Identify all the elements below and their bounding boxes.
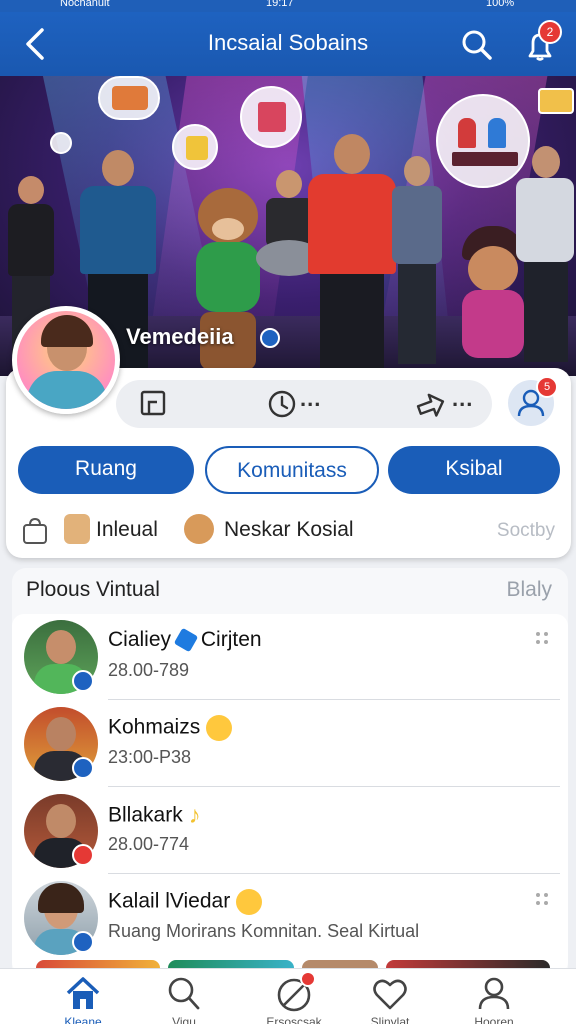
nav-favorites[interactable]: Slinylat [340,973,440,1024]
list-item[interactable]: Cialiey Cirjten 28.00-789 [12,614,568,700]
list-item[interactable]: Kalail lViedar Ruang Morirans Komnitan. … [12,875,568,961]
performer [512,146,576,366]
verified-icon [260,328,280,348]
tongue-emoji-icon [206,715,233,741]
search-icon [168,977,200,1010]
list-section: Ploous Vintual Blaly Cialiey Cirjten 28.… [12,568,568,968]
section-title: Ploous Vintual [26,578,160,601]
nav-search[interactable]: Vigu [134,973,234,1024]
item-subtitle: 28.00-789 [108,660,190,680]
search-icon [462,30,492,60]
tag-icon [173,628,199,653]
divider [108,873,560,874]
bag-icon [23,517,47,544]
verified-icon [72,931,94,953]
thought-bubble [240,86,302,148]
thought-bubble [172,124,218,170]
muted-label: Soctby [496,520,555,541]
clock-text: 19:17 [266,0,294,9]
live-icon [72,844,94,866]
divider [108,699,560,700]
verified-icon [72,757,94,779]
contact-list: Cialiey Cirjten 28.00-789 Kohmaizs 23:00… [12,614,568,968]
performer [390,156,444,366]
item-subtitle: Ruang Morirans Komnitan. Sеal Kirtual [108,921,420,941]
ruang-button[interactable]: Ruang [18,446,194,494]
smile-emoji-icon [236,889,263,915]
verified-icon [72,670,94,692]
battery-text: 100% [486,0,515,9]
heart-icon [373,979,407,1010]
search-button[interactable] [460,28,494,62]
info-item-neskar[interactable]: Neskar Kosial [184,514,374,548]
performer [302,134,402,376]
profile-name: Vemedeiia [126,324,234,349]
music-note-icon: ♪ [188,802,201,829]
item-name: Bllakark ♪ [108,802,201,829]
divider [108,786,560,787]
follow-user-button[interactable]: 5 [508,376,558,426]
list-item[interactable]: Kohmaizs 23:00-P38 [12,701,568,787]
item-name: Cialiey Cirjten [108,628,262,653]
box-prop [538,88,574,114]
action-toolbar: ... ... [116,380,492,428]
notification-badge: 2 [538,20,562,44]
grip-icon[interactable] [534,630,550,646]
carrier-text: Nochanuit [60,0,110,9]
ksibal-button[interactable]: Ksibal [388,446,560,494]
komunitas-button[interactable]: Komunitass [205,446,379,494]
thought-bubble [98,76,160,120]
section-action[interactable]: Blaly [506,578,552,602]
info-item-inleual[interactable]: Inleual [20,514,190,548]
item-name: Kohmaizs [108,715,233,741]
bottom-nav: Kleane Vigu Ersoscsak Slinylat Hooren [0,968,576,1024]
bookmark-icon [140,390,166,416]
home-icon [66,977,100,1009]
item-name: Kalail lViedar [108,889,263,915]
character-icon [184,514,214,544]
more-dots[interactable]: ... [300,386,321,412]
more-dots[interactable]: ... [452,386,473,412]
item-subtitle: 23:00-P38 [108,747,192,767]
nav-badge [300,971,316,987]
history-button[interactable] [266,388,298,420]
profile-avatar[interactable] [12,306,120,414]
grip-icon[interactable] [534,891,550,907]
nav-home[interactable]: Kleane [33,973,133,1024]
notifications-button[interactable]: 2 [522,20,562,66]
share-icon [416,393,445,417]
status-bar: Nochanuit 19:17 100% [0,0,576,12]
item-subtitle: 28.00-774 [108,834,190,854]
share-button[interactable] [414,388,446,420]
bookmark-button[interactable] [138,388,168,420]
character-icon [64,514,90,544]
list-item[interactable]: Bllakark ♪ 28.00-774 [12,788,568,874]
user-badge: 5 [536,376,558,398]
clock-icon [268,390,296,418]
nav-profile[interactable]: Hooren [444,973,544,1024]
profile-icon [478,977,510,1010]
nav-explore[interactable]: Ersoscsak [244,971,344,1024]
app-header: Incsaial Sobains 2 [0,12,576,76]
thought-bubble [50,132,72,154]
